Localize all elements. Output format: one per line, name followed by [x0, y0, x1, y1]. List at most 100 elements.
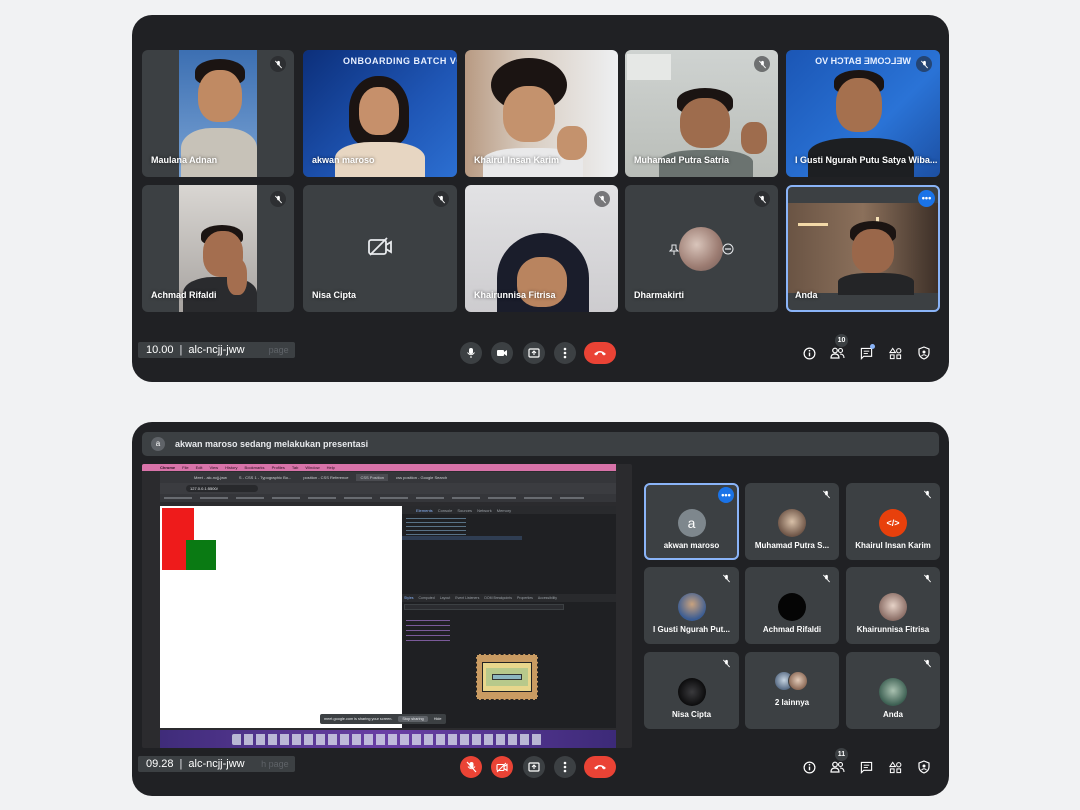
devtools-tab[interactable]: Memory — [497, 508, 511, 513]
browser-tab[interactable]: css position - Google Search — [392, 474, 451, 481]
participant-tile-maulana[interactable]: Maulana Adnan — [142, 50, 294, 177]
people-button[interactable]: 11 — [827, 748, 848, 777]
mic-off-icon — [594, 191, 610, 207]
devtools-tab[interactable]: Elements — [416, 508, 433, 513]
styles-tab[interactable]: Styles — [404, 596, 414, 600]
call-controls-bar: 09.28 | alc-ncjj-jww h page 11 — [132, 744, 949, 796]
end-call-button[interactable] — [584, 756, 616, 778]
chat-button[interactable] — [856, 757, 876, 777]
participant-tile-self[interactable]: Anda — [846, 652, 940, 729]
box-model-content — [492, 674, 522, 680]
participant-tile-others[interactable]: 2 lainnya — [745, 652, 839, 729]
browser-tab[interactable]: position - CSS Reference — [299, 474, 352, 481]
browser-tab[interactable]: Meet - alc-ncjj-jww — [190, 474, 231, 481]
meeting-details-button[interactable] — [799, 343, 819, 363]
participant-tile-akwan[interactable]: a ••• akwan maroso — [644, 483, 739, 560]
url-bar[interactable]: 127.0.0.1:5500/ — [186, 485, 258, 492]
info-icon — [803, 347, 815, 359]
participant-tile-igusti[interactable]: WELCOME BATCH VO I Gusti Ngurah Putu Sat… — [786, 50, 940, 177]
devtools-tab[interactable]: Network — [477, 508, 492, 513]
devtools-tab[interactable]: Console — [438, 508, 453, 513]
meeting-details-button[interactable] — [799, 757, 819, 777]
mic-off-icon — [921, 657, 933, 669]
notification-dot — [870, 344, 875, 349]
participant-tile-khairunnisa[interactable]: Khairunnisa Fitrisa — [465, 185, 618, 312]
present-screen-button[interactable] — [523, 342, 545, 364]
camera-button[interactable] — [491, 342, 513, 364]
participant-name: Muhamad Putra S... — [754, 541, 830, 550]
shared-screen[interactable]: Chrome File Edit View History Bookmarks … — [142, 464, 632, 748]
avatar — [778, 593, 806, 621]
avatar — [677, 593, 706, 621]
more-options-button[interactable]: ••• — [718, 487, 734, 503]
mic-off-icon — [921, 572, 933, 584]
more-options-button[interactable] — [554, 756, 576, 778]
call-controls-bar: 10.00 | alc-ncjj-jww page 10 — [132, 330, 949, 382]
participant-tile-khairul[interactable]: Khairul Insan Karim — [465, 50, 618, 177]
more-options-button[interactable]: ••• — [918, 190, 935, 207]
devtools-tab[interactable]: Sources — [457, 508, 472, 513]
participant-tile-dharmakirti[interactable]: Dharmakirti — [625, 185, 778, 312]
styles-tab[interactable]: Layout — [440, 596, 451, 600]
background-banner-text: ONBOARDING BATCH VO — [343, 56, 457, 66]
host-controls-button[interactable] — [914, 343, 934, 363]
present-icon — [528, 347, 540, 358]
meeting-code: alc-ncjj-jww — [188, 344, 245, 356]
meeting-details[interactable]: 10.00 | alc-ncjj-jww page — [138, 342, 295, 358]
styles-tab[interactable]: Computed — [419, 596, 435, 600]
avatar — [679, 227, 723, 271]
participant-tile-muhamad[interactable]: Muhamad Putra Satria — [625, 50, 778, 177]
participant-tile-akwan[interactable]: ONBOARDING BATCH VO akwan maroso — [303, 50, 457, 177]
menu-item: History — [225, 465, 238, 470]
participant-tile-nisa[interactable]: Nisa Cipta — [644, 652, 739, 729]
more-options-button[interactable] — [554, 342, 576, 364]
hang-up-icon — [594, 765, 606, 770]
green-box — [186, 540, 216, 570]
participant-tile-achmad[interactable]: Achmad Rifaldi — [745, 567, 839, 644]
microphone-off-button[interactable] — [460, 756, 482, 778]
styles-tab[interactable]: Event Listeners — [455, 596, 479, 600]
people-icon — [829, 761, 845, 773]
participant-count-badge: 10 — [835, 334, 848, 347]
host-controls-button[interactable] — [914, 757, 934, 777]
participant-tile-muhamad[interactable]: Muhamad Putra S... — [745, 483, 839, 560]
browser-tab[interactable]: CSS Position — [356, 474, 389, 481]
end-call-button[interactable] — [584, 342, 616, 364]
pin-icon[interactable] — [668, 243, 680, 261]
css-rules — [406, 620, 450, 644]
camera-off-icon — [496, 762, 508, 772]
stop-sharing-button[interactable]: Stop sharing — [398, 716, 428, 722]
chat-button[interactable] — [856, 343, 876, 363]
styles-filter-input[interactable] — [404, 604, 564, 610]
info-icon — [803, 761, 815, 773]
presenter-avatar: a — [151, 437, 165, 451]
browser-tab-strip: Meet - alc-ncjj-jww S - CSS 1 - Typograp… — [160, 472, 616, 483]
styles-tab[interactable]: DOM Breakpoints — [484, 596, 512, 600]
participant-tile-khairunnisa[interactable]: Khairunnisa Fitrisa — [846, 567, 940, 644]
activities-button[interactable] — [885, 343, 905, 363]
mic-off-icon — [754, 56, 770, 72]
styles-tab[interactable]: Accessibility — [538, 596, 557, 600]
participant-tile-nisa[interactable]: Nisa Cipta — [303, 185, 457, 312]
people-button[interactable]: 10 — [827, 334, 848, 363]
devtools-panel: Elements Console Sources Network Memory … — [402, 506, 616, 728]
styles-tab[interactable]: Properties — [517, 596, 533, 600]
camera-off-button[interactable] — [491, 756, 513, 778]
hide-notice-button[interactable]: Hide — [434, 717, 442, 721]
participant-name: Anda — [795, 290, 818, 300]
browser-tab[interactable]: S - CSS 1 - Typographic Bo... — [235, 474, 295, 481]
participant-tile-self[interactable]: ••• Anda — [786, 185, 940, 312]
activities-button[interactable] — [885, 757, 905, 777]
participant-tile-achmad[interactable]: Achmad Rifaldi — [142, 185, 294, 312]
meeting-details[interactable]: 09.28 | alc-ncjj-jww h page — [138, 756, 295, 772]
participant-name: Khairul Insan Karim — [474, 155, 560, 165]
mic-off-icon — [820, 572, 832, 584]
remove-icon[interactable] — [722, 242, 734, 260]
avatar — [879, 593, 907, 621]
present-screen-button[interactable] — [523, 756, 545, 778]
microphone-button[interactable] — [460, 342, 482, 364]
participant-tile-khairul[interactable]: </> Khairul Insan Karim — [846, 483, 940, 560]
participant-tile-igusti[interactable]: I Gusti Ngurah Put... — [644, 567, 739, 644]
styles-tabs: Styles Computed Layout Event Listeners D… — [402, 594, 616, 602]
code-avatar-icon: </> — [879, 509, 907, 537]
